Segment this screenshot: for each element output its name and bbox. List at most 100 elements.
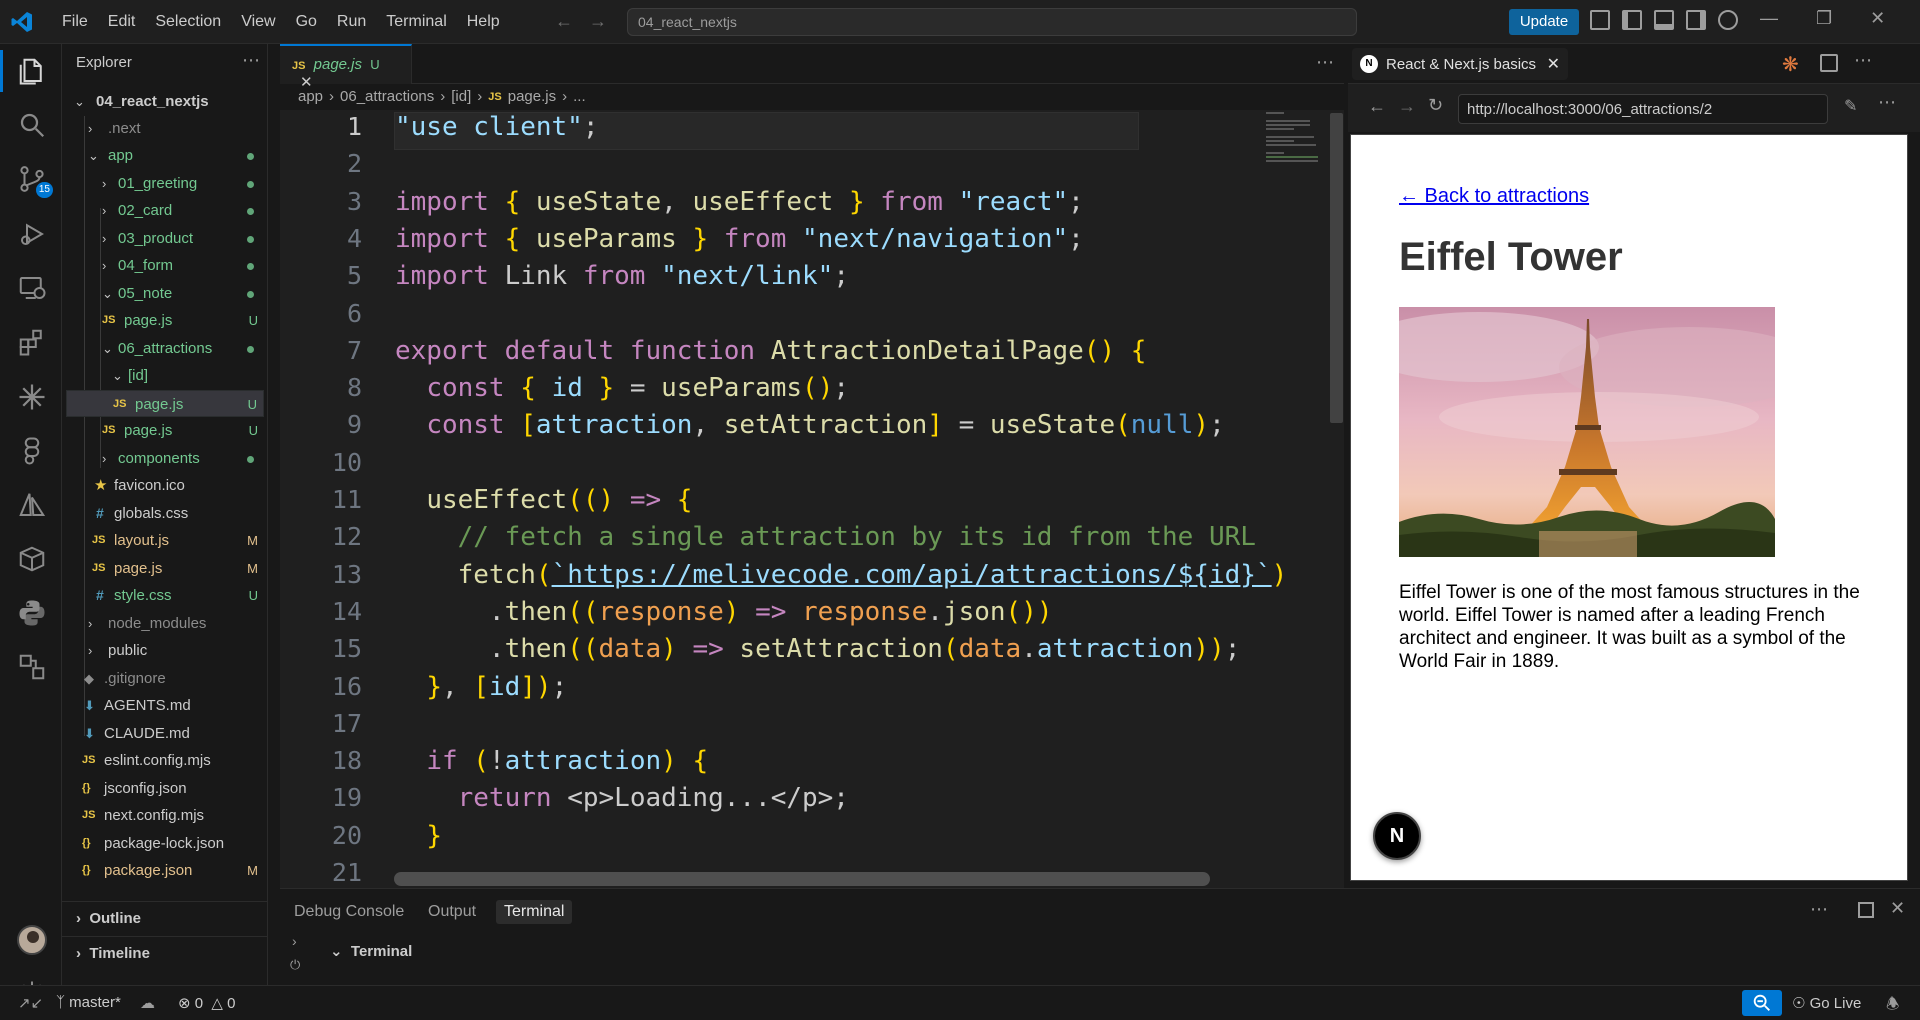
terminal-section-header[interactable]: ⌄ Terminal [330,942,412,960]
menu-file[interactable]: File [52,13,98,31]
browser-tab[interactable]: N React & Next.js basics ✕ [1352,48,1568,80]
tab-debug-console[interactable]: Debug Console [294,903,404,921]
close-tab-icon[interactable]: ✕ [1547,54,1560,74]
code-editor[interactable]: 1 "use client"; 2 3 import { useState, useEf… [280,110,1344,888]
azure-icon[interactable] [17,490,47,520]
tree-item[interactable]: ⌄ app [66,142,264,169]
tree-item[interactable]: ◆ .gitignore [66,665,264,692]
more-actions-icon[interactable]: ⋯ [242,50,260,71]
remote-explorer-icon[interactable] [17,273,47,303]
tree-item[interactable]: › 04_form [66,252,264,279]
chevron-right-icon[interactable]: › [292,933,297,949]
panel-more-actions-icon[interactable]: ⋯ [1810,899,1828,920]
breadcrumb-item[interactable]: page.js [508,88,556,105]
menu-go[interactable]: Go [286,13,327,31]
testing-icon[interactable] [17,652,47,682]
tree-item[interactable]: JS next.config.mjs [66,802,264,829]
tree-item[interactable]: JS page.js U [66,417,264,444]
claude-sparkle-icon[interactable]: ❋ [1782,52,1799,77]
tree-item[interactable]: ⬇ AGENTS.md [66,692,264,719]
menu-run[interactable]: Run [327,13,376,31]
tree-item[interactable]: › 01_greeting [66,170,264,197]
forward-arrow-icon[interactable]: → [589,11,607,32]
tree-item[interactable]: JS page.js M [66,555,264,582]
sync-icon[interactable]: ☁ [140,994,155,1012]
tree-item[interactable]: ★ favicon.ico [66,472,264,499]
tree-item[interactable]: ⬇ CLAUDE.md [66,720,264,747]
tree-item[interactable]: › node_modules [66,610,264,637]
tree-root-folder[interactable]: ⌄ 04_react_nextjs [66,88,264,115]
nextjs-dev-tools-button[interactable]: N [1373,812,1421,860]
command-center-search[interactable]: 04_react_nextjs [627,8,1357,36]
split-editor-icon[interactable] [1820,54,1838,72]
source-control-icon[interactable]: 15 [17,164,53,198]
git-branch[interactable]: ᛉ master* [56,994,121,1011]
menu-selection[interactable]: Selection [145,13,231,31]
close-window-icon[interactable]: ✕ [1870,8,1885,29]
editor-horizontal-scroll-thumb[interactable] [394,872,1210,886]
run-debug-icon[interactable] [17,219,47,249]
tree-item[interactable]: › .next [66,115,264,142]
minimap[interactable] [1266,110,1326,180]
breadcrumb-item[interactable]: 06_attractions [340,88,434,105]
update-button[interactable]: Update [1509,9,1579,35]
menu-help[interactable]: Help [457,13,510,31]
tree-item[interactable]: › public [66,637,264,664]
vscode-logo-icon[interactable] [10,10,34,34]
figma-icon[interactable] [17,436,47,466]
search-icon[interactable] [17,110,47,140]
claude-icon[interactable] [17,382,47,412]
containers-icon[interactable] [17,544,47,574]
problems-indicator[interactable]: ⊗ 0 △ 0 [178,994,235,1012]
reload-icon[interactable]: ↻ [1428,95,1443,116]
toggle-panel-icon[interactable] [1654,10,1674,30]
account-avatar[interactable] [17,925,47,955]
tree-item[interactable]: › components [66,445,264,472]
tree-item[interactable]: › 02_card [66,197,264,224]
back-arrow-icon[interactable]: ← [555,11,573,32]
browser-forward-icon[interactable]: → [1398,96,1416,117]
python-icon[interactable] [17,598,47,628]
back-to-attractions-link[interactable]: ← Back to attractions [1399,185,1589,208]
editor-tab-page-js[interactable]: JS page.js U ✕ [280,44,412,91]
maximize-panel-icon[interactable] [1858,902,1874,918]
notifications-bell-icon[interactable]: 🕭 [1886,994,1899,1019]
editor-scroll-thumb[interactable] [1330,113,1343,423]
tree-item[interactable]: JS layout.js M [66,527,264,554]
menu-edit[interactable]: Edit [98,13,146,31]
tree-item[interactable]: {} jsconfig.json [66,775,264,802]
tree-item[interactable]: JS eslint.config.mjs [66,747,264,774]
editor-more-actions-icon[interactable]: ⋯ [1316,52,1334,73]
customize-layout-icon[interactable] [1590,10,1610,30]
tree-item[interactable]: ⌄ 06_attractions [66,335,264,362]
menu-terminal[interactable]: Terminal [376,13,456,31]
outline-section[interactable]: › Outline [62,901,268,934]
tree-item[interactable]: {} package.json M [66,857,264,884]
close-panel-icon[interactable]: ✕ [1890,898,1905,919]
nav-more-actions-icon[interactable]: ⋯ [1878,92,1896,113]
tree-item[interactable]: ⌄ 05_note [66,280,264,307]
remote-indicator-icon[interactable]: ↗↙ [18,994,43,1012]
minimize-icon[interactable]: — [1760,8,1778,29]
tree-item[interactable]: › 03_product [66,225,264,252]
tab-terminal[interactable]: Terminal [496,900,573,924]
devtools-icon[interactable]: ✎ [1844,96,1857,116]
breadcrumb-item[interactable]: app [298,88,323,105]
explorer-icon[interactable] [0,50,47,92]
tree-item[interactable]: # style.css U [66,582,264,609]
url-input[interactable] [1458,94,1828,124]
tree-item[interactable]: {} package-lock.json [66,830,264,857]
zoom-button[interactable] [1742,990,1782,1016]
tree-item[interactable]: JS page.js U [66,307,264,334]
tree-item[interactable]: ⌄ [id] [66,362,264,389]
restore-icon[interactable]: ❐ [1816,8,1832,29]
browser-more-actions-icon[interactable]: ⋯ [1854,50,1872,71]
breadcrumb-item[interactable]: ... [573,88,586,105]
tab-output[interactable]: Output [428,903,476,921]
menu-view[interactable]: View [231,13,285,31]
globe-icon[interactable] [1718,10,1738,30]
go-live-button[interactable]: ☉ Go Live [1792,994,1861,1012]
breadcrumb-item[interactable]: [id] [451,88,471,105]
toggle-primary-sidebar-icon[interactable] [1622,10,1642,30]
browser-back-icon[interactable]: ← [1368,96,1386,117]
